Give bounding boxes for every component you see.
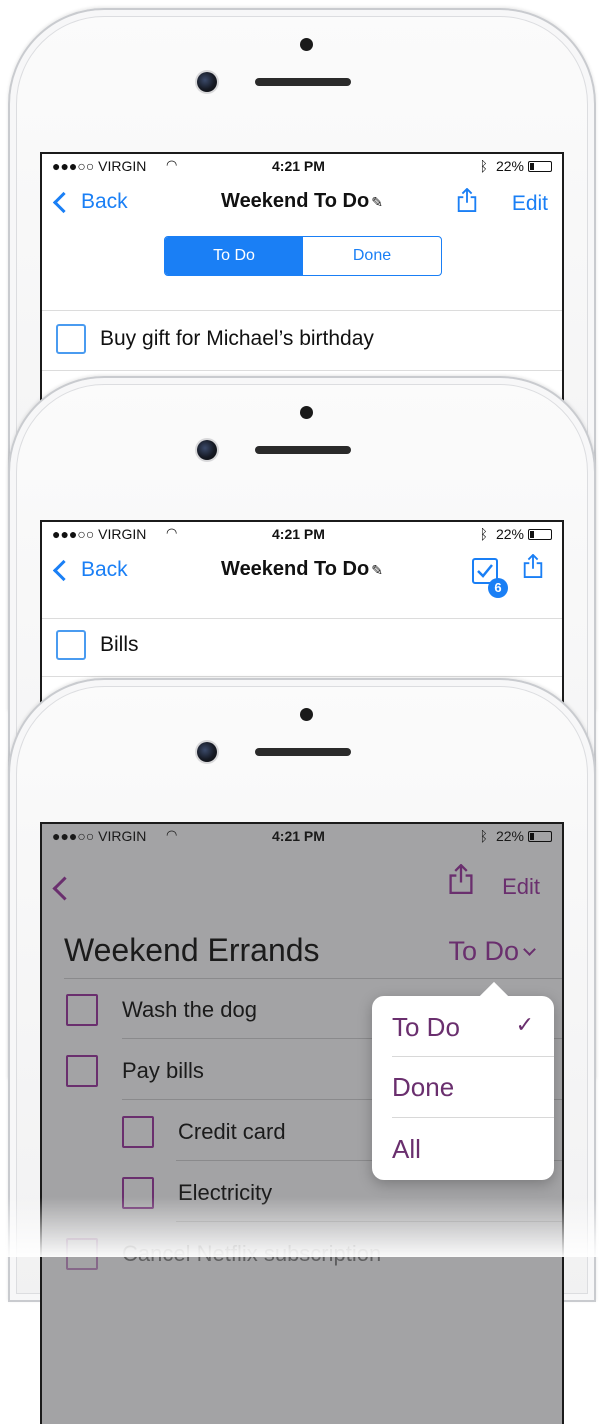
battery-icon — [528, 831, 552, 842]
task-checkbox[interactable] — [56, 630, 86, 660]
divider — [42, 310, 562, 311]
status-time: 4:21 PM — [272, 828, 325, 844]
divider — [392, 1117, 554, 1118]
task-item[interactable]: Buy gift for Michael’s birthday — [56, 324, 374, 354]
battery-indicator: ᛒ 22% — [480, 828, 552, 844]
status-bar: ●●●○○ VIRGIN ◠ 4:21 PM ᛒ 22% — [42, 154, 562, 176]
edit-pencil-icon[interactable]: ✎ — [371, 562, 383, 578]
battery-percent: 22% — [495, 158, 524, 174]
bluetooth-icon: ᛒ — [479, 158, 488, 174]
task-label: Bills — [100, 633, 139, 656]
dropdown-label: Done — [392, 1072, 455, 1102]
earpiece-speaker — [255, 446, 351, 454]
battery-percent: 22% — [495, 526, 524, 542]
task-checkbox[interactable] — [66, 1055, 98, 1087]
status-bar: ●●●○○ VIRGIN ◠ 4:21 PM ᛒ 22% — [42, 522, 562, 544]
battery-indicator: ᛒ 22% — [480, 526, 552, 542]
status-time: 4:21 PM — [272, 526, 325, 542]
task-checkbox[interactable] — [56, 324, 86, 354]
status-bar: ●●●○○ VIRGIN ◠ 4:21 PM ᛒ 22% — [42, 824, 562, 846]
bluetooth-icon: ᛒ — [479, 526, 488, 542]
wifi-icon: ◠ — [166, 157, 178, 172]
share-icon[interactable] — [448, 864, 474, 894]
task-item[interactable]: Bills — [56, 630, 139, 660]
edit-button[interactable]: Edit — [502, 874, 540, 900]
battery-percent: 22% — [495, 828, 524, 844]
chevron-left-icon[interactable] — [52, 876, 77, 901]
battery-icon — [528, 161, 552, 172]
divider — [42, 618, 562, 619]
filter-dropdown-menu: To Do ✓ Done All — [372, 996, 554, 1180]
share-icon[interactable] — [522, 554, 544, 578]
task-label: Wash the dog — [122, 997, 257, 1022]
bottom-fade — [0, 1197, 600, 1257]
share-icon[interactable] — [456, 188, 478, 212]
dropdown-label: All — [392, 1134, 421, 1164]
divider — [392, 1056, 554, 1057]
checkmark-icon: ✓ — [515, 1012, 534, 1037]
battery-icon — [528, 529, 552, 540]
carrier-label: ●●●○○ VIRGIN — [52, 828, 147, 844]
camera-dot — [300, 708, 313, 721]
front-camera — [197, 72, 217, 92]
front-camera — [197, 742, 217, 762]
task-label: Pay bills — [122, 1058, 204, 1083]
wifi-icon: ◠ — [166, 827, 178, 842]
divider — [42, 676, 562, 677]
title-text: Weekend To Do — [221, 558, 370, 580]
wifi-icon: ◠ — [166, 525, 178, 540]
camera-dot — [300, 38, 313, 51]
carrier-label: ●●●○○ VIRGIN — [52, 158, 147, 174]
task-checkbox[interactable] — [122, 1116, 154, 1148]
chevron-down-icon — [523, 943, 536, 956]
segmented-control: To Do Done — [164, 236, 442, 276]
carrier-label: ●●●○○ VIRGIN — [52, 526, 147, 542]
segment-todo[interactable]: To Do — [165, 237, 303, 275]
task-item[interactable]: Wash the dog — [66, 994, 257, 1026]
title-text: Weekend To Do — [221, 190, 370, 212]
filter-label: To Do — [448, 936, 519, 966]
task-count-badge: 6 — [488, 578, 508, 598]
bluetooth-icon: ᛒ — [479, 828, 488, 844]
task-checkbox[interactable] — [66, 994, 98, 1026]
page-title: Weekend To Do ✎ — [42, 190, 562, 213]
camera-dot — [300, 406, 313, 419]
divider — [64, 978, 562, 979]
front-camera — [197, 440, 217, 460]
page-title: Weekend Errands — [64, 932, 320, 968]
task-item[interactable]: Pay bills — [66, 1055, 204, 1087]
dropdown-item-todo[interactable]: To Do ✓ — [392, 1012, 534, 1043]
subtask-item[interactable]: Credit card — [122, 1116, 286, 1148]
divider — [42, 370, 562, 371]
dropdown-item-all[interactable]: All — [392, 1134, 534, 1165]
phone3-screen: ●●●○○ VIRGIN ◠ 4:21 PM ᛒ 22% Edit Weekend… — [40, 822, 564, 1424]
dropdown-item-done[interactable]: Done — [392, 1072, 534, 1103]
nav-bar: Back Weekend To Do ✎ 6 — [42, 544, 562, 598]
edit-pencil-icon[interactable]: ✎ — [371, 194, 383, 210]
nav-bar: Back Weekend To Do ✎ Edit — [42, 176, 562, 224]
filter-dropdown-button[interactable]: To Do — [448, 936, 536, 967]
dropdown-label: To Do — [392, 1012, 460, 1042]
task-label: Credit card — [178, 1119, 286, 1144]
task-label: Buy gift for Michael’s birthday — [100, 327, 374, 350]
battery-indicator: ᛒ 22% — [480, 158, 552, 174]
edit-button[interactable]: Edit — [512, 192, 548, 216]
segment-done[interactable]: Done — [303, 237, 441, 275]
earpiece-speaker — [255, 78, 351, 86]
status-time: 4:21 PM — [272, 158, 325, 174]
earpiece-speaker — [255, 748, 351, 756]
